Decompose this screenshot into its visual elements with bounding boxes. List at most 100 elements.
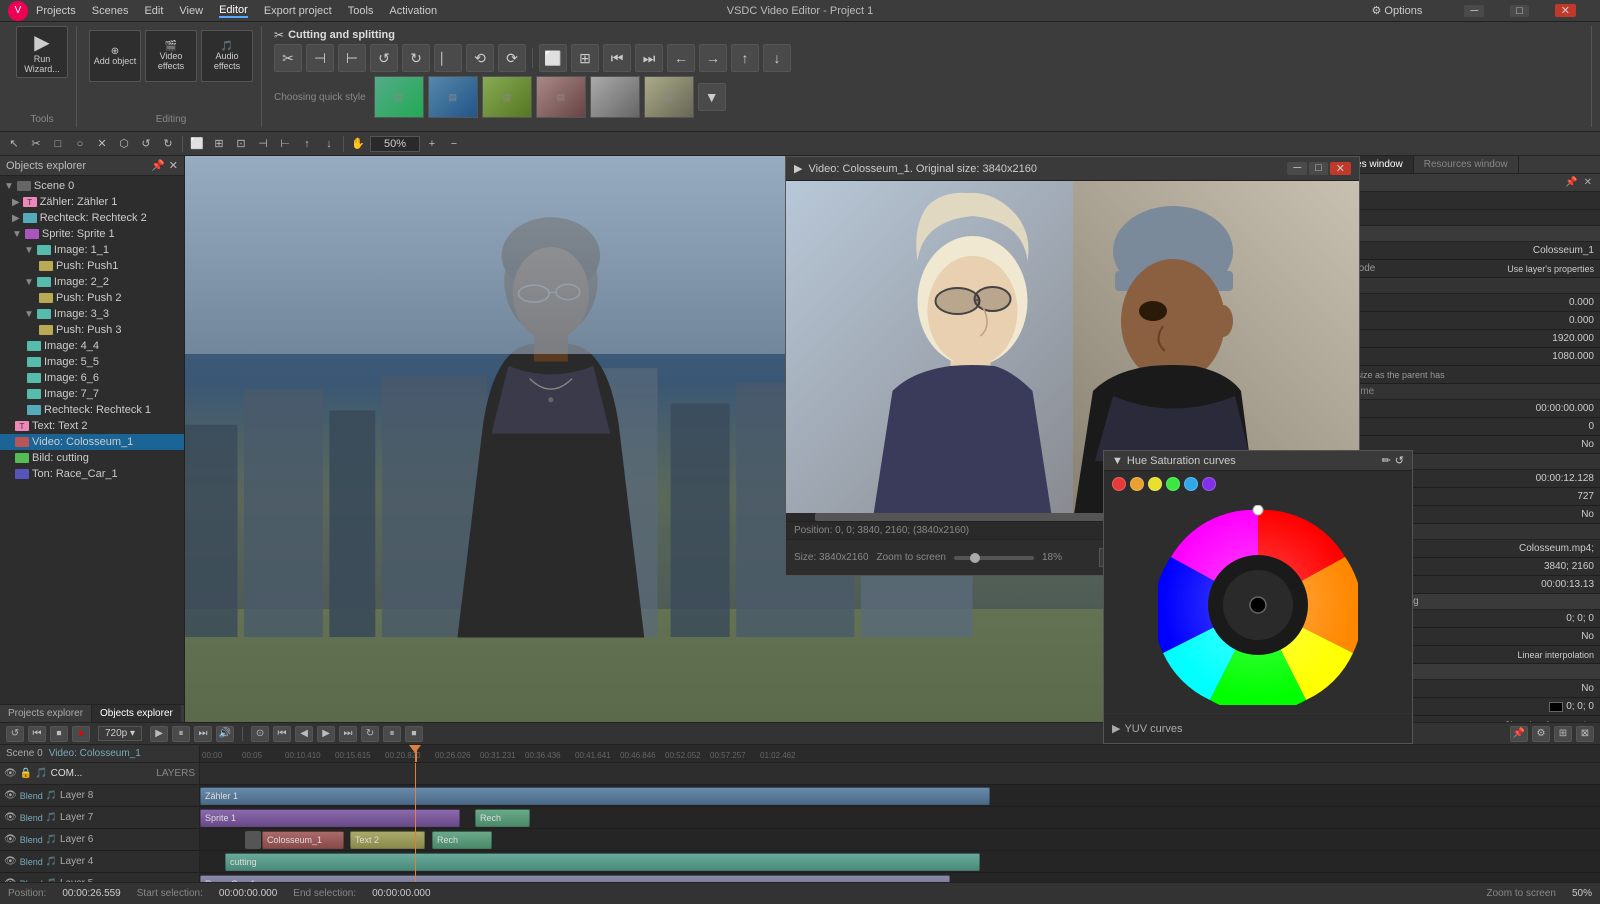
grid-tool[interactable]: ⊞ [209, 134, 229, 154]
cut-tool-btn[interactable]: ✂ [274, 44, 302, 72]
tl-next-btn[interactable]: ▶ [317, 726, 335, 742]
projects-tab[interactable]: Projects explorer [0, 705, 92, 722]
undo2-btn[interactable]: ↺ [136, 134, 156, 154]
pan-tool[interactable]: ✋ [348, 134, 368, 154]
quick-style-6[interactable]: ▤ [644, 76, 694, 118]
move-right-btn[interactable]: → [699, 44, 727, 72]
tree-push-3[interactable]: Push: Push 3 [0, 322, 184, 338]
cut-left-btn[interactable]: ⊣ [306, 44, 334, 72]
props-tab-resources[interactable]: Resources window [1414, 156, 1519, 173]
tl-mark-btn[interactable]: ⊙ [251, 726, 269, 742]
quality-select[interactable]: 720p ▾ [98, 726, 142, 741]
align-down-btn[interactable]: ↓ [319, 134, 339, 154]
audio-effects-button[interactable]: 🎵 Audio effects [201, 30, 253, 82]
tl-loop-btn[interactable]: ↺ [6, 726, 24, 742]
eye-icon-5[interactable]: 👁 [4, 878, 17, 882]
tree-image-2[interactable]: ▼ Image: 2_2 [0, 274, 184, 290]
quick-style-1[interactable]: ▤ [374, 76, 424, 118]
tl-prev2-btn[interactable]: ◀ [295, 726, 313, 742]
clip-cutting[interactable]: cutting [225, 853, 980, 871]
undo-btn[interactable]: ⟲ [466, 44, 494, 72]
quick-style-4[interactable]: ▤ [536, 76, 586, 118]
close-button[interactable]: ✕ [1555, 4, 1576, 17]
rotate2-btn[interactable]: ↻ [402, 44, 430, 72]
tree-image-4[interactable]: Image: 4_4 [0, 338, 184, 354]
snap-tool[interactable]: ⊡ [231, 134, 251, 154]
move-up-btn[interactable]: ↑ [731, 44, 759, 72]
tree-push-2[interactable]: Push: Push 2 [0, 290, 184, 306]
zoom-in-btn[interactable]: + [422, 134, 442, 154]
yuv-header[interactable]: ▶ YUV curves [1112, 718, 1404, 739]
redo2-btn[interactable]: ↻ [158, 134, 178, 154]
tl-contract-btn[interactable]: ⊠ [1576, 726, 1594, 742]
tree-image-6[interactable]: Image: 6_6 [0, 370, 184, 386]
eye-icon-8[interactable]: 👁 [4, 790, 17, 801]
circle-tool[interactable]: ○ [70, 134, 90, 154]
tree-audio-racecar[interactable]: Ton: Race_Car_1 [0, 466, 184, 482]
objects-tab[interactable]: Objects explorer [92, 705, 181, 722]
menu-scenes[interactable]: Scenes [92, 5, 129, 17]
tree-sprite-1[interactable]: ▼ Sprite: Sprite 1 [0, 226, 184, 242]
move-down-btn[interactable]: ↓ [763, 44, 791, 72]
quick-style-2[interactable]: ▤ [428, 76, 478, 118]
tl-play-btn[interactable]: ▶ [150, 726, 168, 742]
tree-text-2[interactable]: T Text: Text 2 [0, 418, 184, 434]
tree-bild-cutting[interactable]: Bild: cutting [0, 450, 184, 466]
dialog-close-icon[interactable]: ✕ [1330, 162, 1351, 175]
next-frame-btn[interactable]: ⏭ [635, 44, 663, 72]
eye-icon-6[interactable]: 👁 [4, 834, 17, 845]
menu-tools[interactable]: Tools [348, 5, 374, 17]
dialog-minimize[interactable]: ─ [1287, 162, 1307, 175]
align-up-btn[interactable]: ↑ [297, 134, 317, 154]
quick-style-3[interactable]: ▤ [482, 76, 532, 118]
tl-loop2-btn[interactable]: ↻ [361, 726, 379, 742]
props-close-icon[interactable]: ✕ [1584, 177, 1592, 188]
clip-rech7[interactable]: Rech [475, 809, 530, 827]
tl-vol-btn[interactable]: 🔊 [216, 726, 234, 742]
zoom-handle[interactable] [970, 553, 980, 563]
tl-pin-btn[interactable]: 📌 [1510, 726, 1528, 742]
audio-icon[interactable]: 🎵 [35, 768, 47, 779]
tl-stop-btn[interactable]: ⏹ [50, 726, 68, 742]
menu-edit[interactable]: Edit [144, 5, 163, 17]
minimize-button[interactable]: ─ [1464, 5, 1484, 17]
options-button[interactable]: ⚙ Options [1371, 4, 1438, 17]
menu-export[interactable]: Export project [264, 5, 332, 17]
arrow-tool[interactable]: ↖ [4, 134, 24, 154]
move-left-btn[interactable]: ← [667, 44, 695, 72]
clip-colosseum[interactable]: Colosseum_1 [262, 831, 344, 849]
pencil-icon[interactable]: ✏ [1382, 454, 1391, 467]
tree-scene-0[interactable]: ▼ Scene 0 [0, 178, 184, 194]
clip-racecar[interactable]: Race_Car_1 [200, 875, 950, 882]
close-panel-icon[interactable]: ✕ [169, 159, 178, 172]
tree-rechteck-1[interactable]: Rechteck: Rechteck 1 [0, 402, 184, 418]
run-wizard-button[interactable]: ▶ Run Wizard... [16, 26, 68, 78]
grid-btn[interactable]: ⊞ [571, 44, 599, 72]
tree-image-5[interactable]: Image: 5_5 [0, 354, 184, 370]
eye-icon-4[interactable]: 👁 [4, 856, 17, 867]
menu-activation[interactable]: Activation [389, 5, 437, 17]
eye-icon-7[interactable]: 👁 [4, 812, 17, 823]
tl-fwd-btn[interactable]: ⏭ [194, 726, 212, 742]
menu-editor[interactable]: Editor [219, 4, 248, 18]
quick-style-5[interactable]: ▤ [590, 76, 640, 118]
clip-text2[interactable]: Text 2 [350, 831, 425, 849]
video-effects-button[interactable]: 🎬 Video effects [145, 30, 197, 82]
tl-rewind-btn[interactable]: ⏮ [28, 726, 46, 742]
reset-icon[interactable]: ↺ [1395, 454, 1404, 467]
tl-rec-btn[interactable]: ● [72, 726, 90, 742]
prev-frame-btn[interactable]: ⏮ [603, 44, 631, 72]
add-object-button[interactable]: ⊕ Add object [89, 30, 141, 82]
select-tool[interactable]: ⬜ [187, 134, 207, 154]
zoom-out-btn[interactable]: − [444, 134, 464, 154]
redo-btn[interactable]: ⟳ [498, 44, 526, 72]
cross-tool[interactable]: ✕ [92, 134, 112, 154]
split-btn[interactable]: ⎸ [434, 44, 462, 72]
color-dot-green[interactable] [1166, 477, 1180, 491]
color-dot-yellow[interactable] [1148, 477, 1162, 491]
tl-prev-mark[interactable]: ⏮ [273, 726, 291, 742]
pin-icon[interactable]: 📌 [151, 159, 165, 172]
tree-image-3[interactable]: ▼ Image: 3_3 [0, 306, 184, 322]
dialog-maximize[interactable]: □ [1309, 162, 1328, 175]
align-right-btn[interactable]: ⊢ [275, 134, 295, 154]
